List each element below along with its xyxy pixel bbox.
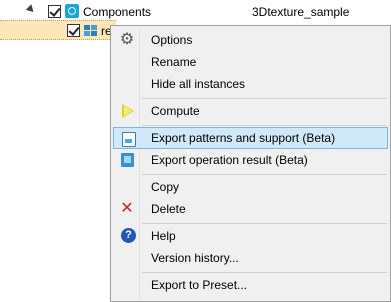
- delete-icon: ✕: [120, 200, 134, 217]
- menu-item-label: Delete: [151, 202, 186, 216]
- menu-item-version-history[interactable]: Version history...: [113, 247, 388, 269]
- menu-item-label: Options: [151, 33, 193, 47]
- export-patterns-icon: [122, 132, 136, 147]
- menu-item-label: Rename: [151, 55, 197, 69]
- menu-item-label: Export operation result (Beta): [151, 153, 308, 167]
- child-checkbox[interactable]: [67, 24, 80, 37]
- menu-separator: [142, 125, 387, 126]
- tree-row-selected[interactable]: re: [0, 20, 116, 40]
- menu-item-export-operation[interactable]: Export operation result (Beta): [113, 149, 388, 171]
- expand-arrow-icon[interactable]: [25, 4, 37, 15]
- menu-item-export-patterns[interactable]: Export patterns and support (Beta): [113, 127, 388, 149]
- menu-item-rename[interactable]: Rename: [113, 51, 388, 73]
- compute-play-icon: [122, 104, 134, 118]
- menu-item-label: Export to Preset...: [151, 278, 248, 292]
- tree-row-components[interactable]: Components 3Dtexture_sample: [0, 1, 391, 21]
- gear-icon: ⚙: [119, 31, 135, 48]
- menu-item-export-to-preset[interactable]: Export to Preset...: [113, 274, 388, 296]
- menu-separator: [142, 272, 387, 273]
- menu-item-label: Compute: [151, 104, 200, 118]
- menu-item-copy[interactable]: Copy: [113, 176, 388, 198]
- menu-separator: [142, 174, 387, 175]
- menu-item-delete[interactable]: ✕ Delete: [113, 198, 388, 220]
- menu-separator: [142, 98, 387, 99]
- context-menu: ⚙ Options Rename Hide all instances Comp…: [110, 25, 391, 302]
- export-operation-icon: [121, 153, 134, 167]
- menu-item-hide-all-instances[interactable]: Hide all instances: [113, 73, 388, 95]
- menu-item-options[interactable]: ⚙ Options: [113, 29, 388, 51]
- menu-item-help[interactable]: ? Help: [113, 225, 388, 247]
- menu-item-label: Hide all instances: [151, 77, 246, 91]
- menu-item-label: Help: [151, 229, 176, 243]
- menu-item-label: Copy: [151, 180, 180, 194]
- components-checkbox[interactable]: [48, 5, 61, 18]
- components-value: 3Dtexture_sample: [252, 5, 350, 19]
- menu-item-label: Export patterns and support (Beta): [151, 131, 336, 145]
- components-label: Components: [83, 5, 152, 19]
- texture-grid-icon: [84, 25, 97, 37]
- menu-item-compute[interactable]: Compute: [113, 100, 388, 122]
- menu-item-label: Version history...: [151, 251, 239, 265]
- component-icon: [65, 4, 79, 18]
- menu-separator: [142, 223, 387, 224]
- help-icon: ?: [121, 228, 136, 243]
